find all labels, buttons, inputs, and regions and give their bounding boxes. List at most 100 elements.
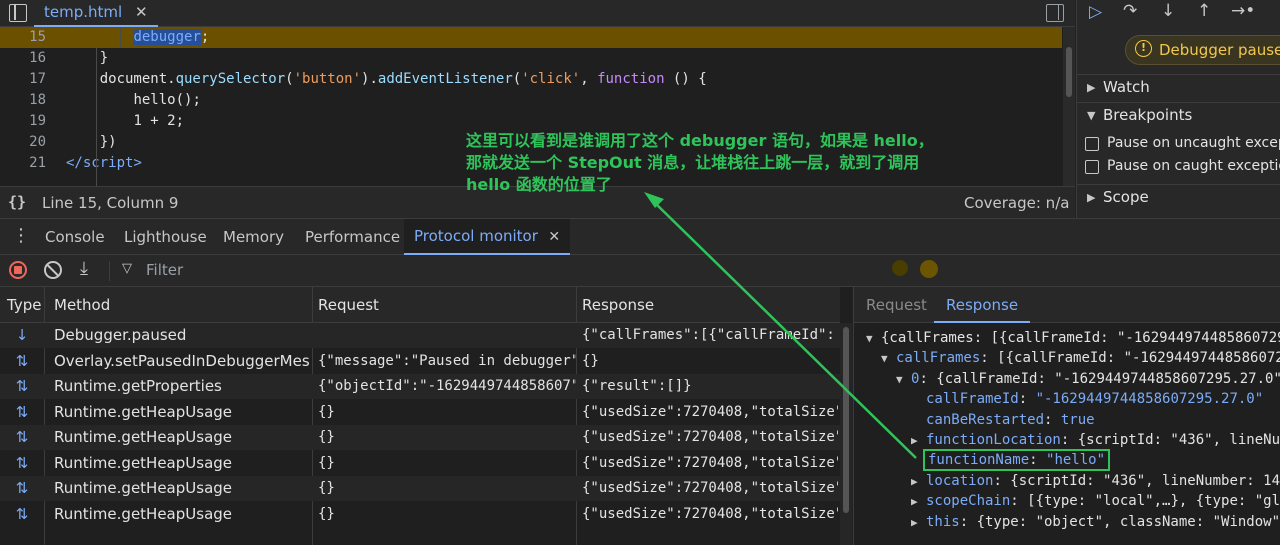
message-direction-icon: ⇅: [15, 453, 29, 472]
tree-token: :: [1029, 452, 1047, 469]
message-direction-icon: ⇅: [15, 377, 29, 395]
pause-uncaught-option[interactable]: Pause on uncaught exceptions: [1077, 134, 1280, 156]
cell-response: {}: [582, 352, 599, 369]
toggle-navigator-icon[interactable]: [9, 4, 27, 22]
table-scrollbar[interactable]: [840, 323, 852, 545]
step-over-icon[interactable]: ↷: [1123, 1, 1137, 21]
cell-request: {}: [318, 454, 335, 471]
code-token: ;: [200, 29, 210, 45]
tab-response[interactable]: Response: [934, 287, 1031, 323]
pause-caught-option[interactable]: Pause on caught exceptions: [1077, 157, 1280, 179]
tree-token: : {type: "object", className: "Window": [959, 513, 1280, 530]
tab-request[interactable]: Request: [866, 296, 927, 314]
response-pane: Request Response ▼ {callFrames: [{callFra…: [853, 287, 1280, 545]
line-number[interactable]: 21: [0, 153, 46, 174]
collapse-arrow-icon[interactable]: ▼: [866, 329, 881, 349]
tree-node[interactable]: ▼ 0: {callFrameId: "-1629449744858607295.…: [896, 369, 1280, 389]
editor-scrollbar[interactable]: [1063, 27, 1075, 186]
expand-arrow-icon[interactable]: ▶: [911, 431, 926, 451]
header-method[interactable]: Method: [45, 287, 312, 323]
tree-token: callFrames: [896, 350, 981, 367]
tab-protocol-monitor[interactable]: Protocol monitor ✕: [404, 219, 571, 255]
tree-node[interactable]: ▶ functionLocation: {scriptId: "436", lin…: [911, 430, 1280, 450]
tree-node[interactable]: ▶ location: {scriptId: "436", lineNumber:…: [911, 471, 1280, 491]
code-token: 1 + 2;: [133, 113, 185, 129]
download-icon[interactable]: ⤓: [80, 258, 88, 279]
message-direction-icon: ⇅: [15, 504, 29, 523]
close-tab-icon[interactable]: ✕: [135, 3, 148, 21]
code-text: document.querySelector('button').addEven…: [66, 69, 707, 90]
code-text: hello();: [66, 90, 200, 111]
header-response[interactable]: Response: [577, 287, 840, 323]
line-number[interactable]: 16: [0, 48, 46, 69]
debugger-sidebar: ▷ ↷ ↓ ↑ →• ! Debugger paused ▶ Watch ▼ B…: [1076, 0, 1280, 218]
message-direction-icon: ⇅: [15, 402, 29, 421]
table-row[interactable]: ⇅ Runtime.getHeapUsage {} {"usedSize":72704…: [0, 400, 840, 425]
resume-icon[interactable]: ▷: [1089, 2, 1102, 22]
pause-caught-checkbox[interactable]: [1085, 160, 1099, 174]
line-number[interactable]: 15: [0, 27, 46, 48]
section-watch-label: Watch: [1103, 78, 1150, 96]
table-row[interactable]: ⇅ Runtime.getHeapUsage {} {"usedSize":72704…: [0, 502, 840, 527]
tab-performance[interactable]: Performance: [305, 219, 400, 255]
table-row[interactable]: ↓ Debugger.paused {"callFrames":[{"callFra…: [0, 323, 840, 348]
filter-icon: ▽: [122, 261, 132, 276]
pause-uncaught-checkbox[interactable]: [1085, 137, 1099, 151]
collapse-arrow-icon[interactable]: ▼: [881, 349, 896, 369]
header-type[interactable]: Type: [0, 287, 44, 323]
tab-console[interactable]: Console: [45, 219, 105, 255]
code-line: 15 debugger;: [0, 27, 1062, 48]
close-tab-icon[interactable]: ✕: [548, 229, 560, 245]
pretty-print-icon[interactable]: {}: [8, 193, 26, 211]
tree-node[interactable]: ▼ {callFrames: [{callFrameId: "-162944974…: [866, 328, 1280, 348]
paused-banner: ! Debugger paused: [1125, 35, 1280, 65]
expand-arrow-icon[interactable]: ▶: [911, 513, 926, 533]
tree-node[interactable]: ▶ this: {type: "object", className: "Wind…: [911, 512, 1280, 532]
header-request[interactable]: Request: [313, 287, 576, 323]
step-icon[interactable]: →•: [1231, 1, 1255, 21]
tree-token: callFrameId: [926, 391, 1019, 408]
expand-arrow-icon[interactable]: ▶: [911, 492, 926, 512]
step-into-icon[interactable]: ↓: [1161, 1, 1175, 21]
table-row[interactable]: ⇅ Runtime.getHeapUsage {} {"usedSize":72704…: [0, 425, 840, 450]
tab-memory[interactable]: Memory: [223, 219, 284, 255]
editor-tab-bar: temp.html ✕: [0, 0, 1075, 27]
table-row[interactable]: ⇅ Runtime.getProperties {"objectId":"-1629…: [0, 374, 840, 399]
tab-lighthouse[interactable]: Lighthouse: [124, 219, 207, 255]
section-scope-label: Scope: [1103, 188, 1149, 206]
step-out-icon[interactable]: ↑: [1197, 1, 1211, 21]
table-row[interactable]: ⇅ Runtime.getHeapUsage {} {"usedSize":72704…: [0, 476, 840, 501]
expand-arrow-icon[interactable]: ▶: [911, 472, 926, 492]
code-token: script: [82, 155, 134, 171]
collapse-arrow-icon[interactable]: ▼: [896, 370, 911, 390]
line-number[interactable]: 17: [0, 69, 46, 90]
table-row[interactable]: ⇅ Overlay.setPausedInDebuggerMessage {"mes…: [0, 349, 840, 374]
drawer-menu-icon[interactable]: ⋮: [12, 225, 30, 247]
line-number[interactable]: 18: [0, 90, 46, 111]
cell-method: Runtime.getHeapUsage: [54, 402, 233, 421]
tree-node[interactable]: ▶ scopeChain: [{type: "local",…}, {type: …: [911, 491, 1280, 511]
filter-input[interactable]: Filter: [146, 261, 183, 279]
annotation-line: hello 函数的位置了: [466, 175, 612, 194]
tree-node[interactable]: ▼ callFrames: [{callFrameId: "-1629449744…: [881, 348, 1280, 368]
table-row[interactable]: ⇅ Runtime.getHeapUsage {} {"usedSize":72704…: [0, 451, 840, 476]
code-text: }): [66, 132, 117, 153]
line-number[interactable]: 20: [0, 132, 46, 153]
cell-method: Runtime.getHeapUsage: [54, 428, 233, 446]
tree-token: functionName: [928, 452, 1030, 469]
record-stop-icon[interactable]: [9, 261, 27, 279]
tab-protocol-monitor-label: Protocol monitor: [414, 227, 538, 245]
code-text: debugger;: [66, 27, 209, 48]
cell-response: {"usedSize":7270408,"totalSize": [582, 505, 838, 522]
section-breakpoints[interactable]: ▼ Breakpoints: [1077, 102, 1280, 128]
tree-node-text: location: {scriptId: "436", lineNumber: …: [926, 473, 1280, 489]
cell-response: {"result":[]}: [582, 378, 692, 394]
drawer-tab-bar: ⋮ Console Lighthouse Memory Performance …: [0, 218, 1280, 255]
section-watch[interactable]: ▶ Watch: [1077, 74, 1280, 100]
section-scope[interactable]: ▶ Scope: [1077, 184, 1280, 210]
toggle-debugger-sidebar-icon[interactable]: [1046, 4, 1064, 22]
line-number[interactable]: 19: [0, 111, 46, 132]
editor-tab-temp-html[interactable]: temp.html ✕: [34, 0, 158, 27]
code-token: function: [597, 71, 665, 87]
clear-icon[interactable]: [44, 261, 62, 279]
